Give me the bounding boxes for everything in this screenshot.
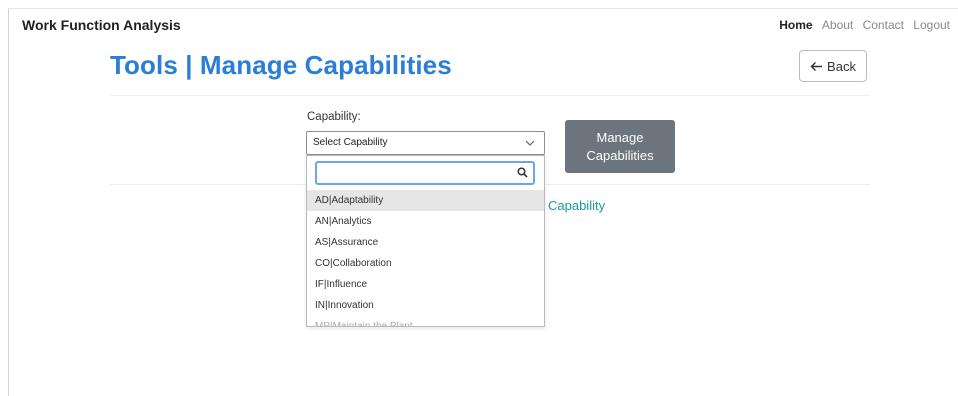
dropdown-option-list: AD|Adaptability AN|Analytics AS|Assuranc… [307,190,544,326]
dropdown-search-box [315,161,535,185]
capability-select-value: Select Capability [313,137,388,148]
manage-button-line-1: Manage [596,129,644,145]
option-analytics[interactable]: AN|Analytics [307,211,544,232]
nav-link-about[interactable]: About [822,18,853,32]
nav-links: Home About Contact Logout [773,18,950,32]
option-influence[interactable]: IF|Influence [307,274,544,295]
capability-dropdown: AD|Adaptability AN|Analytics AS|Assuranc… [306,155,545,327]
navbar: Work Function Analysis Home About Contac… [8,8,958,44]
capability-select[interactable]: Select Capability [306,131,545,155]
option-adaptability[interactable]: AD|Adaptability [307,190,544,211]
manage-button-line-2: Capabilities [586,147,654,163]
header-divider [110,95,870,96]
capability-heading-partial: Capability [548,198,606,213]
manage-capabilities-button[interactable]: Manage Capabilities [565,120,675,173]
chevron-down-icon [525,140,535,146]
back-button-label: Back [827,58,856,74]
dropdown-search-input[interactable] [321,164,515,184]
arrow-left-icon [810,61,823,71]
option-collaboration[interactable]: CO|Collaboration [307,253,544,274]
back-button[interactable]: Back [799,50,867,82]
option-assurance[interactable]: AS|Assurance [307,232,544,253]
page-title: Tools | Manage Capabilities [110,50,452,80]
search-icon [517,167,528,178]
capability-label: Capability: [307,111,361,123]
brand[interactable]: Work Function Analysis [22,17,181,33]
nav-link-logout[interactable]: Logout [913,18,950,32]
nav-link-contact[interactable]: Contact [863,18,904,32]
nav-link-home[interactable]: Home [779,18,812,32]
option-maintain-the-plant[interactable]: MP|Maintain the Plant [307,316,544,326]
option-innovation[interactable]: IN|Innovation [307,295,544,316]
